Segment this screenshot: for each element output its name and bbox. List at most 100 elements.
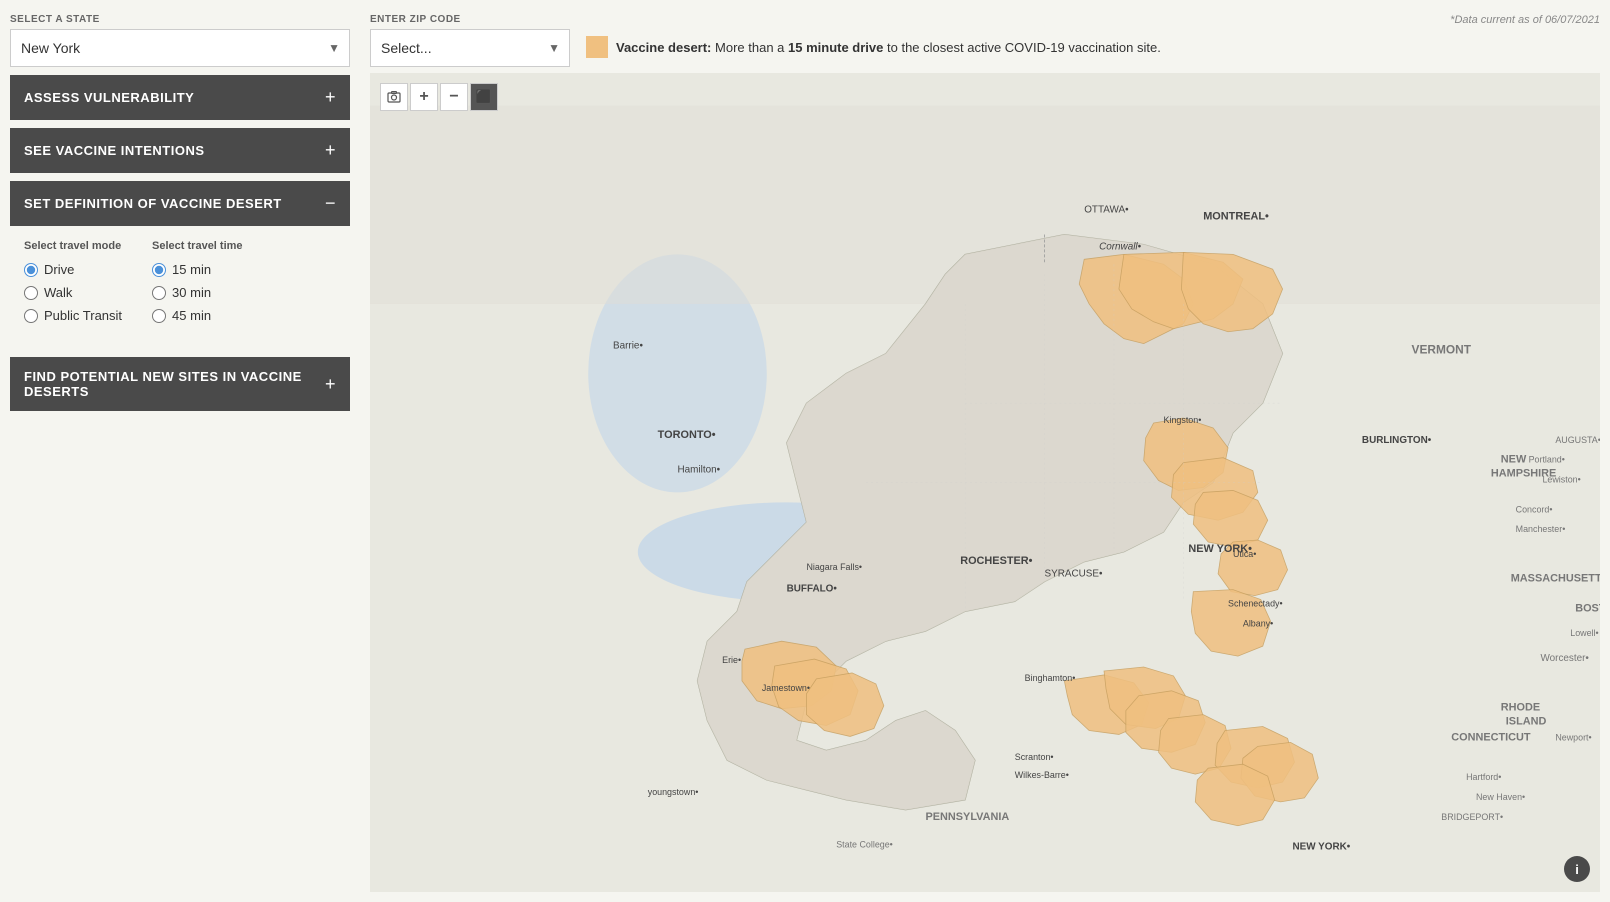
assess-vulnerability-label: ASSESS VULNERABILITY	[24, 90, 194, 105]
svg-text:Kingston•: Kingston•	[1164, 415, 1202, 425]
svg-text:CONNECTICUT: CONNECTICUT	[1451, 731, 1531, 743]
svg-text:State College•: State College•	[836, 840, 893, 850]
svg-text:Utica•: Utica•	[1233, 549, 1256, 559]
svg-text:MONTREAL•: MONTREAL•	[1203, 211, 1269, 223]
svg-text:ROCHESTER•: ROCHESTER•	[960, 555, 1032, 567]
drive-radio[interactable]	[24, 263, 38, 277]
legend-swatch	[586, 36, 608, 58]
svg-text:Lowell•: Lowell•	[1570, 628, 1598, 638]
map-container[interactable]: + − ⬛	[370, 73, 1600, 892]
right-panel: ENTER ZIP CODE Select... ▼ Vaccine deser…	[360, 0, 1610, 902]
travel-options: Select travel mode Drive Walk Public Tra…	[24, 240, 336, 331]
zoom-in-tool-button[interactable]: +	[410, 83, 438, 111]
svg-text:TORONTO•: TORONTO•	[658, 429, 716, 441]
travel-time-label: Select travel time	[152, 240, 243, 252]
find-potential-sites-section[interactable]: FIND POTENTIAL NEW SITES IN VACCINE DESE…	[10, 357, 350, 411]
map-info-button[interactable]: i	[1564, 856, 1590, 882]
svg-text:BUFFALO•: BUFFALO•	[787, 584, 838, 595]
svg-text:SYRACUSE•: SYRACUSE•	[1045, 569, 1103, 580]
public-transit-label: Public Transit	[44, 308, 122, 323]
see-vaccine-intentions-icon: +	[325, 140, 336, 161]
svg-text:PENNSYLVANIA: PENNSYLVANIA	[925, 811, 1009, 823]
svg-text:Barrie•: Barrie•	[613, 341, 643, 352]
assess-vulnerability-icon: +	[325, 87, 336, 108]
legend-description: More than a 15 minute drive to the close…	[715, 40, 1161, 55]
30min-radio[interactable]	[152, 286, 166, 300]
legend-bold: Vaccine desert:	[616, 40, 711, 55]
drive-label: Drive	[44, 262, 74, 277]
see-vaccine-intentions-section[interactable]: SEE VACCINE INTENTIONS +	[10, 128, 350, 173]
svg-text:NEW YORK•: NEW YORK•	[1293, 842, 1351, 853]
15min-label: 15 min	[172, 262, 211, 277]
find-potential-sites-icon: +	[325, 374, 336, 395]
30min-option[interactable]: 30 min	[152, 285, 243, 300]
public-transit-option[interactable]: Public Transit	[24, 308, 122, 323]
svg-text:AUGUSTA•: AUGUSTA•	[1555, 435, 1600, 445]
svg-text:BOSTON: BOSTON	[1575, 602, 1600, 614]
svg-text:Binghamton•: Binghamton•	[1025, 673, 1076, 683]
drive-option[interactable]: Drive	[24, 262, 122, 277]
svg-text:Hamilton•: Hamilton•	[678, 465, 721, 476]
legend-box: Vaccine desert: More than a 15 minute dr…	[586, 36, 1161, 58]
zip-label: ENTER ZIP CODE	[370, 14, 570, 25]
assess-vulnerability-section[interactable]: ASSESS VULNERABILITY +	[10, 75, 350, 120]
pan-tool-button[interactable]: ⬛	[470, 83, 498, 111]
30min-label: 30 min	[172, 285, 211, 300]
walk-radio[interactable]	[24, 286, 38, 300]
svg-text:Lewiston•: Lewiston•	[1542, 475, 1580, 485]
state-selector-group: SELECT A STATE New York California Texas…	[10, 14, 350, 67]
data-current-label: *Data current as of 06/07/2021	[1450, 14, 1600, 26]
public-transit-radio[interactable]	[24, 309, 38, 323]
walk-option[interactable]: Walk	[24, 285, 122, 300]
map-svg: Cornwall• MONTREAL• OTTAWA• Barrie• Hami…	[370, 73, 1600, 892]
15min-radio[interactable]	[152, 263, 166, 277]
set-definition-section[interactable]: SET DEFINITION OF VACCINE DESERT − Selec…	[10, 181, 350, 349]
svg-text:MASSACHUSETTS: MASSACHUSETTS	[1511, 573, 1600, 585]
svg-text:Albany•: Albany•	[1243, 618, 1273, 628]
set-definition-header[interactable]: SET DEFINITION OF VACCINE DESERT −	[10, 181, 350, 226]
svg-text:Worcester•: Worcester•	[1540, 653, 1589, 664]
svg-text:Manchester•: Manchester•	[1516, 524, 1566, 534]
svg-text:VERMONT: VERMONT	[1412, 343, 1472, 357]
svg-text:NEW: NEW	[1501, 454, 1527, 466]
legend-highlight: 15 minute drive	[788, 40, 883, 55]
travel-mode-label: Select travel mode	[24, 240, 122, 252]
travel-mode-col: Select travel mode Drive Walk Public Tra…	[24, 240, 122, 331]
set-definition-icon: −	[325, 193, 336, 214]
svg-text:Erie•: Erie•	[722, 655, 741, 665]
zip-dropdown[interactable]: Select...	[370, 29, 570, 67]
set-definition-body: Select travel mode Drive Walk Public Tra…	[10, 226, 350, 349]
zip-select-wrapper: Select... ▼	[370, 29, 570, 67]
left-panel: SELECT A STATE New York California Texas…	[0, 0, 360, 902]
state-dropdown[interactable]: New York California Texas	[10, 29, 350, 67]
svg-text:youngstown•: youngstown•	[648, 787, 699, 797]
svg-text:Schenectady•: Schenectady•	[1228, 598, 1283, 608]
svg-text:Wilkes-Barre•: Wilkes-Barre•	[1015, 770, 1069, 780]
assess-vulnerability-header[interactable]: ASSESS VULNERABILITY +	[10, 75, 350, 120]
state-select-wrapper: New York California Texas ▼	[10, 29, 350, 67]
camera-tool-button[interactable]	[380, 83, 408, 111]
legend-text: Vaccine desert: More than a 15 minute dr…	[616, 40, 1161, 55]
svg-text:Niagara Falls•: Niagara Falls•	[806, 562, 862, 572]
15min-option[interactable]: 15 min	[152, 262, 243, 277]
svg-text:OTTAWA•: OTTAWA•	[1084, 205, 1129, 216]
45min-radio[interactable]	[152, 309, 166, 323]
find-potential-sites-header[interactable]: FIND POTENTIAL NEW SITES IN VACCINE DESE…	[10, 357, 350, 411]
svg-text:New Haven•: New Haven•	[1476, 792, 1525, 802]
zip-selector-group: ENTER ZIP CODE Select... ▼	[370, 14, 570, 67]
svg-text:Concord•: Concord•	[1516, 504, 1553, 514]
svg-text:Portland•: Portland•	[1529, 455, 1565, 465]
set-definition-label: SET DEFINITION OF VACCINE DESERT	[24, 196, 282, 211]
zoom-out-tool-button[interactable]: −	[440, 83, 468, 111]
see-vaccine-intentions-header[interactable]: SEE VACCINE INTENTIONS +	[10, 128, 350, 173]
svg-text:Scranton•: Scranton•	[1015, 752, 1054, 762]
info-icon: i	[1575, 862, 1579, 877]
travel-time-col: Select travel time 15 min 30 min 45 min	[152, 240, 243, 331]
map-toolbar: + − ⬛	[380, 83, 498, 111]
svg-text:BRIDGEPORT•: BRIDGEPORT•	[1441, 812, 1503, 822]
top-bar: ENTER ZIP CODE Select... ▼ Vaccine deser…	[370, 14, 1600, 67]
45min-option[interactable]: 45 min	[152, 308, 243, 323]
svg-text:ISLAND: ISLAND	[1506, 716, 1547, 728]
find-potential-sites-label: FIND POTENTIAL NEW SITES IN VACCINE DESE…	[24, 369, 325, 399]
see-vaccine-intentions-label: SEE VACCINE INTENTIONS	[24, 143, 205, 158]
